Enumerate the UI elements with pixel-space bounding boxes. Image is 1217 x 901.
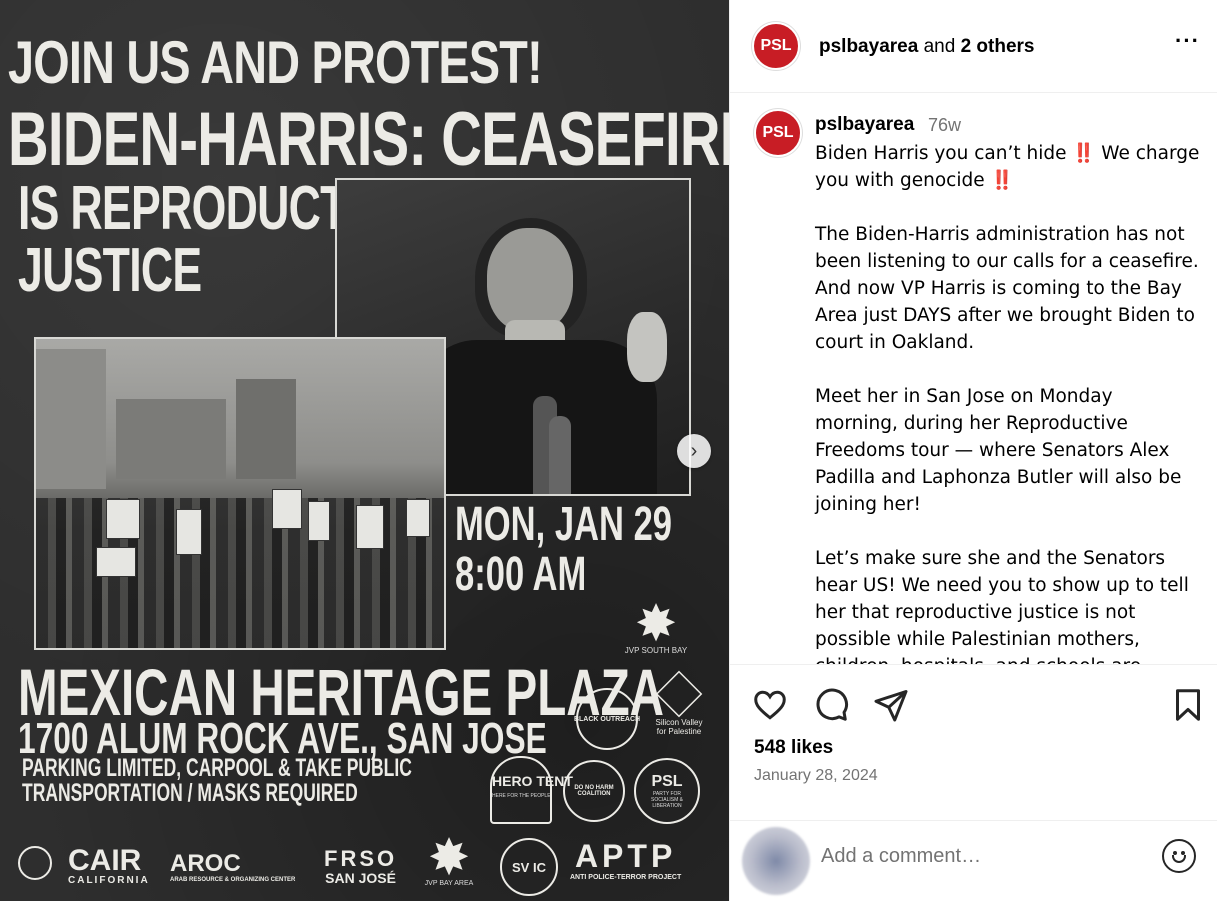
poster-headline-join: JOIN US AND PROTEST! xyxy=(8,29,543,96)
save-button[interactable] xyxy=(1170,687,1206,723)
poster-datetime: MON, JAN 29 8:00 AM xyxy=(455,500,672,600)
emoji-icon xyxy=(1172,855,1186,863)
post-image[interactable]: JOIN US AND PROTEST! BIDEN-HARRIS: CEASE… xyxy=(0,0,729,901)
more-horizontal-icon: ··· xyxy=(1175,28,1200,53)
jvp-south-bay-logo: ✸ JVP SOUTH BAY xyxy=(624,597,688,655)
emoji-button[interactable] xyxy=(1162,839,1196,873)
like-button[interactable] xyxy=(752,687,788,723)
next-image-button[interactable]: › xyxy=(677,434,711,468)
double-exclamation-icon: ‼️ xyxy=(990,170,1014,191)
caption-timestamp[interactable]: 76w xyxy=(928,115,961,136)
avatar[interactable]: PSL xyxy=(752,22,800,70)
aroc-logo: AROC ARAB RESOURCE & ORGANIZING CENTER xyxy=(170,850,296,884)
crowd-photo xyxy=(34,337,446,650)
heart-icon xyxy=(754,690,786,720)
comment-bar: Add a comment… xyxy=(730,820,1217,901)
comment-icon xyxy=(816,688,848,721)
bookmark-icon xyxy=(1176,689,1200,721)
others-link[interactable]: 2 others xyxy=(961,36,1035,57)
post-authors: pslbayarea and 2 others xyxy=(819,36,1034,58)
aptp-logo: APTP ANTI POLICE-TERROR PROJECT xyxy=(570,838,682,881)
share-icon xyxy=(874,690,908,722)
caption-paragraph: Biden Harris you can’t hide ‼️ We charge… xyxy=(815,143,1200,191)
star-icon: ✸ xyxy=(429,831,469,883)
do-no-harm-logo: DO NO HARM COALITION xyxy=(563,760,625,822)
authors-and: and xyxy=(923,36,956,57)
poster-headline-ceasefire: BIDEN-HARRIS: CEASEFIRE xyxy=(8,97,729,182)
comment-input[interactable]: Add a comment… xyxy=(821,845,981,868)
hero-tent-logo: HERO TENT HERE FOR THE PEOPLE xyxy=(490,756,573,824)
caption-paragraph: Let’s make sure she and the Senators hea… xyxy=(815,548,1189,664)
poster-time: 8:00 AM xyxy=(455,548,587,601)
poster-notes: PARKING LIMITED, CARPOOL & TAKE PUBLIC T… xyxy=(22,756,412,806)
share-button[interactable] xyxy=(873,687,909,723)
caption-paragraph: The Biden-Harris administration has not … xyxy=(815,224,1199,353)
post-date[interactable]: January 28, 2024 xyxy=(754,767,878,785)
cair-emblem-icon xyxy=(18,846,52,880)
svfp-logo: Silicon Valley for Palestine xyxy=(650,670,708,736)
avatar xyxy=(742,827,810,895)
svic-logo: SV IC xyxy=(500,838,558,896)
comment-button[interactable] xyxy=(813,687,849,723)
caption-text: Biden Harris you can’t hide ‼️ We charge… xyxy=(815,140,1200,664)
caption-username[interactable]: pslbayarea xyxy=(815,114,914,136)
poster-note-1: PARKING LIMITED, CARPOOL & TAKE PUBLIC xyxy=(22,754,412,782)
post-header: PSL pslbayarea and 2 others ··· xyxy=(730,0,1217,93)
poster-date: MON, JAN 29 xyxy=(455,498,673,551)
likes-count[interactable]: 548 likes xyxy=(754,737,833,759)
psl-logo: PSL PARTY FOR SOCIALISM & LIBERATION xyxy=(634,758,700,824)
chevron-right-icon: › xyxy=(690,439,698,462)
frso-logo: FRSO SAN JOSÉ xyxy=(324,846,398,887)
avatar[interactable]: PSL xyxy=(754,109,802,157)
caption-paragraph: Meet her in San Jose on Monday morning, … xyxy=(815,386,1182,515)
star-icon: ✸ xyxy=(636,597,676,649)
poster-note-2: TRANSPORTATION / MASKS REQUIRED xyxy=(22,779,358,807)
black-outreach-logo: BLACK OUTREACH xyxy=(574,688,640,750)
more-options-button[interactable]: ··· xyxy=(1175,28,1200,54)
username-link[interactable]: pslbayarea xyxy=(819,36,918,57)
jvp-bay-area-logo: ✸ JVP BAY AREA xyxy=(420,834,478,887)
post-actions: 548 likes January 28, 2024 xyxy=(730,665,1217,825)
post-panel: PSL pslbayarea and 2 others ··· PSL pslb… xyxy=(729,0,1217,901)
double-exclamation-icon: ‼️ xyxy=(1072,143,1096,164)
cair-logo: CAIR CALIFORNIA xyxy=(68,844,150,886)
post-caption[interactable]: PSL pslbayarea 76w Biden Harris you can’… xyxy=(730,93,1217,665)
